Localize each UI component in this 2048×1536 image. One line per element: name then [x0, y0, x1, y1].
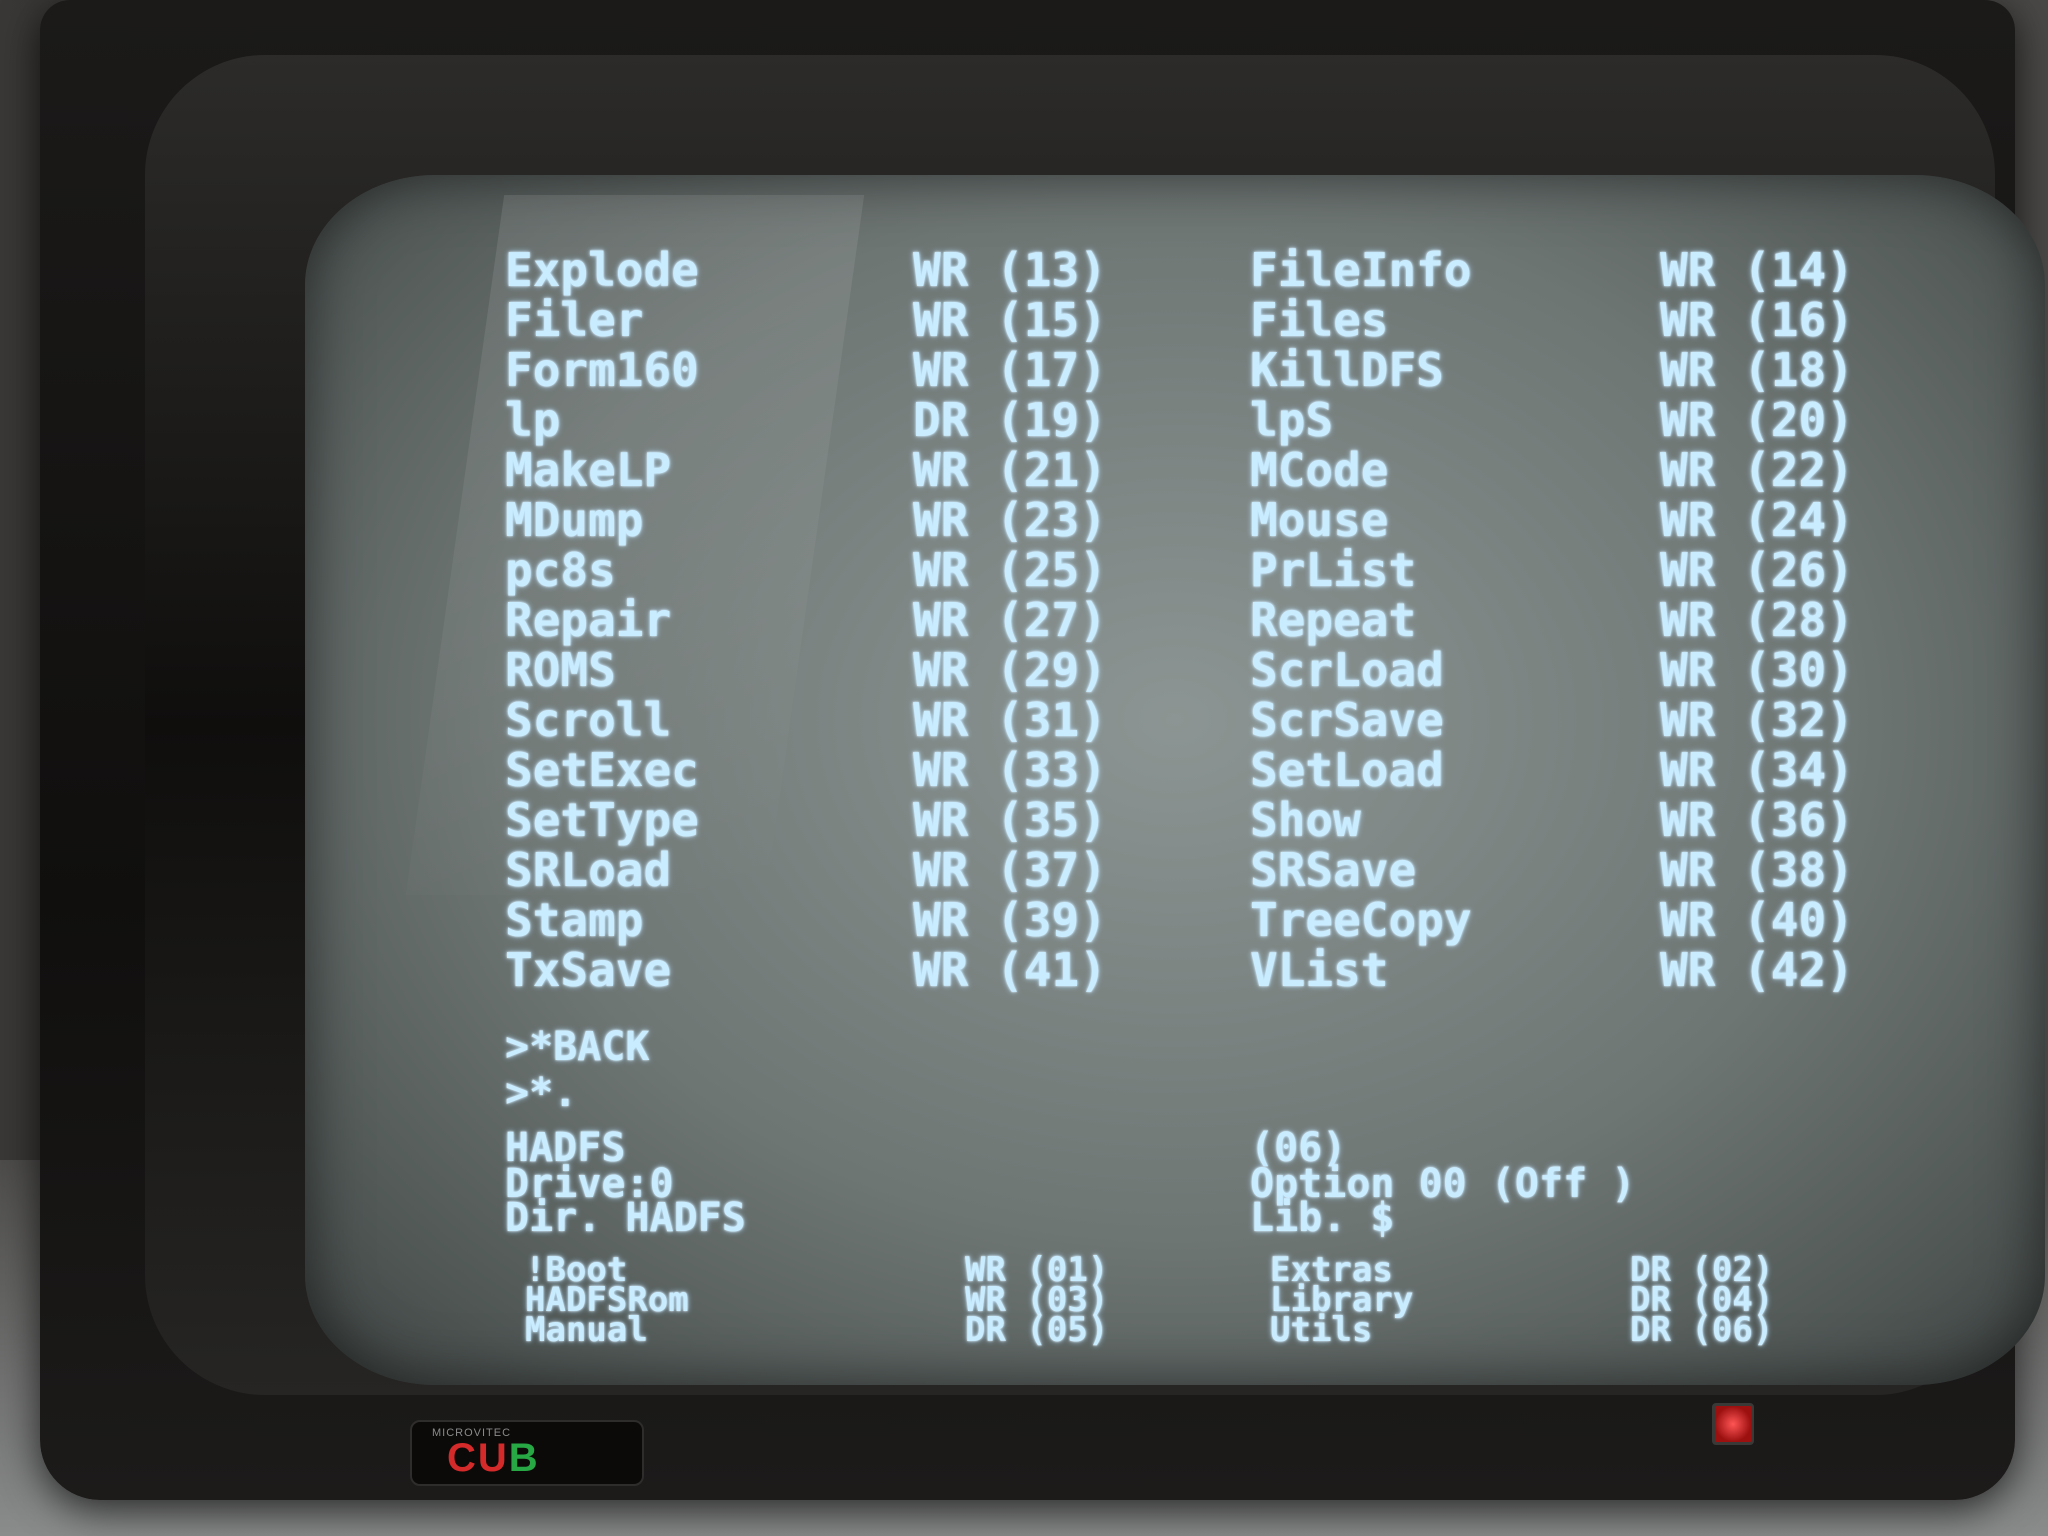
terminal-output: Explode WR (13) FileInfo WR (14) Filer WR (15… — [505, 243, 1965, 1347]
power-led-indicator[interactable] — [1712, 1403, 1754, 1445]
file-name: Show — [1250, 793, 1361, 847]
file-attributes: WR (27) — [913, 593, 1107, 647]
file-attributes: WR (21) — [913, 443, 1107, 497]
file-name: lpS — [1250, 393, 1334, 447]
file-attributes: WR (22) — [1660, 443, 1854, 497]
back-command: >*BACK — [505, 1024, 650, 1070]
catalogue-file-name: Utils — [1270, 1310, 1373, 1350]
file-attributes: WR (23) — [913, 493, 1107, 547]
file-name: KillDFS — [1250, 343, 1444, 397]
file-name: MDump — [505, 493, 644, 547]
monitor-cabinet: Explode WR (13) FileInfo WR (14) Filer WR (15… — [40, 0, 2045, 1500]
current-directory: Dir. HADFS — [505, 1195, 746, 1241]
file-name: FileInfo — [1250, 243, 1472, 297]
file-attributes: WR (33) — [913, 743, 1107, 797]
file-attributes: WR (42) — [1660, 943, 1854, 997]
file-attributes: WR (16) — [1660, 293, 1854, 347]
monitor-brand-badge: MICROVITEC CUB — [410, 1420, 644, 1486]
file-attributes: DR (19) — [913, 393, 1107, 447]
file-name: Files — [1250, 293, 1389, 347]
monitor-bezel: Explode WR (13) FileInfo WR (14) Filer WR (15… — [145, 55, 2045, 1395]
file-attributes: WR (30) — [1660, 643, 1854, 697]
file-name: PrList — [1250, 543, 1417, 597]
file-attributes: WR (37) — [913, 843, 1107, 897]
file-attributes: WR (32) — [1660, 693, 1854, 747]
brand-logo: CUB — [447, 1436, 540, 1480]
file-attributes: WR (25) — [913, 543, 1107, 597]
file-attributes: WR (24) — [1660, 493, 1854, 547]
file-attributes: WR (35) — [913, 793, 1107, 847]
catalogue-file-attributes: DR (05) — [965, 1310, 1109, 1350]
file-name: ROMS — [505, 643, 616, 697]
file-name: Repair — [505, 593, 672, 647]
file-attributes: WR (13) — [913, 243, 1107, 297]
catalogue-file-attributes: DR (06) — [1630, 1310, 1774, 1350]
catalogue-command: >*. — [505, 1070, 578, 1116]
file-attributes: WR (17) — [913, 343, 1107, 397]
file-attributes: WR (34) — [1660, 743, 1854, 797]
file-attributes: WR (40) — [1660, 893, 1854, 947]
file-attributes: WR (41) — [913, 943, 1107, 997]
file-name: TreeCopy — [1250, 893, 1472, 947]
file-name: SRSave — [1250, 843, 1417, 897]
file-name: SetType — [505, 793, 699, 847]
directory-row: Dir. HADFS Lib. $ — [505, 1193, 1395, 1243]
file-name: TxSave — [505, 943, 672, 997]
file-name: Repeat — [1250, 593, 1417, 647]
file-name: SRLoad — [505, 843, 672, 897]
file-name: lp — [505, 393, 561, 447]
file-attributes: WR (28) — [1660, 593, 1854, 647]
file-name: ScrSave — [1250, 693, 1444, 747]
file-name: Explode — [505, 243, 699, 297]
file-name: MCode — [1250, 443, 1389, 497]
file-name: Filer — [505, 293, 644, 347]
command-prompt[interactable]: > — [530, 1350, 835, 1385]
file-attributes: WR (14) — [1660, 243, 1854, 297]
file-name: Stamp — [505, 893, 644, 947]
file-attributes: WR (20) — [1660, 393, 1854, 447]
file-name: SetExec — [505, 743, 699, 797]
file-attributes: WR (36) — [1660, 793, 1854, 847]
file-name: MakeLP — [505, 443, 672, 497]
file-name: VList — [1250, 943, 1389, 997]
file-attributes: WR (18) — [1660, 343, 1854, 397]
file-attributes: WR (15) — [913, 293, 1107, 347]
catalogue-file-name: Manual — [525, 1310, 648, 1350]
file-name: pc8s — [505, 543, 616, 597]
file-name: ScrLoad — [1250, 643, 1444, 697]
file-name: Scroll — [505, 693, 672, 747]
crt-screen[interactable]: Explode WR (13) FileInfo WR (14) Filer WR (15… — [305, 175, 2045, 1385]
file-attributes: WR (29) — [913, 643, 1107, 697]
file-name: SetLoad — [1250, 743, 1444, 797]
file-name: Form160 — [505, 343, 699, 397]
file-attributes: WR (39) — [913, 893, 1107, 947]
file-attributes: WR (38) — [1660, 843, 1854, 897]
file-attributes: WR (26) — [1660, 543, 1854, 597]
file-name: Mouse — [1250, 493, 1389, 547]
library-directory: Lib. $ — [1250, 1195, 1395, 1241]
file-attributes: WR (31) — [913, 693, 1107, 747]
